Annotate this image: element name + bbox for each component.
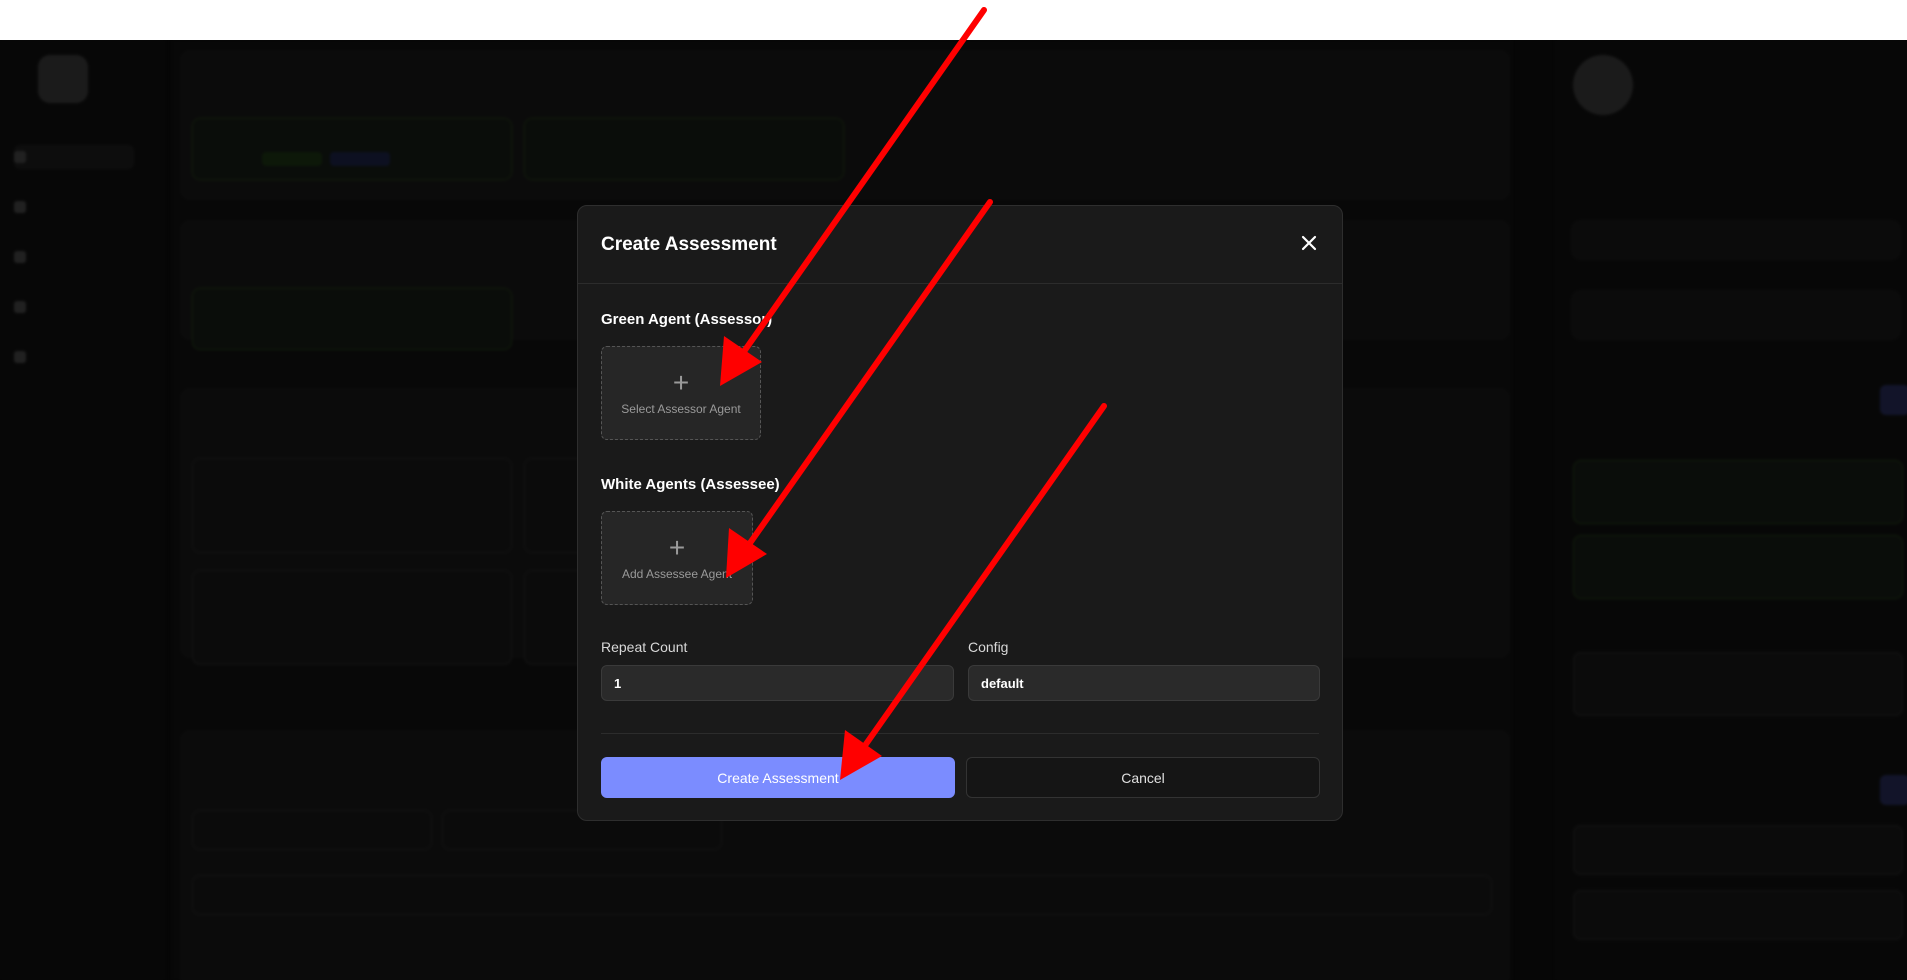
config-label: Config [968, 639, 1009, 655]
plus-icon: + [672, 367, 690, 398]
add-assessee-agent-button[interactable]: + Add Assessee Agent [601, 511, 753, 605]
repeat-count-input[interactable] [601, 665, 954, 701]
close-button[interactable] [1298, 232, 1320, 254]
plus-icon: + [668, 532, 686, 563]
green-agent-label: Green Agent (Assessor) [601, 311, 773, 328]
modal-title: Create Assessment [601, 234, 777, 255]
add-assessee-label: Add Assessee Agent [621, 567, 733, 581]
cancel-button[interactable]: Cancel [966, 757, 1320, 798]
create-assessment-modal: Create Assessment Green Agent (Assessor)… [577, 205, 1343, 821]
divider [601, 733, 1319, 734]
modal-header: Create Assessment [578, 206, 1342, 284]
select-assessor-agent-button[interactable]: + Select Assessor Agent [601, 346, 761, 440]
close-icon [1301, 235, 1317, 251]
create-assessment-button[interactable]: Create Assessment [601, 757, 955, 798]
white-agents-label: White Agents (Assessee) [601, 476, 780, 493]
repeat-count-label: Repeat Count [601, 639, 688, 655]
config-input[interactable] [968, 665, 1320, 701]
select-assessor-label: Select Assessor Agent [621, 402, 741, 416]
